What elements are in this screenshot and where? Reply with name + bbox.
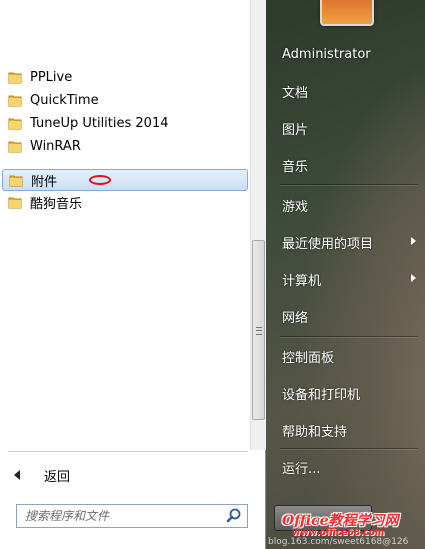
menu-label: 文档 — [282, 85, 309, 101]
program-label: WinRAR — [30, 138, 81, 154]
program-label: 附件 — [31, 174, 58, 190]
divider — [280, 336, 418, 337]
search-input[interactable] — [17, 508, 225, 524]
scroll-down-button[interactable] — [251, 434, 267, 450]
program-item-pplive[interactable]: PPLive — [2, 66, 248, 88]
program-item-tuneup[interactable]: TuneUp Utilities 2014 — [2, 112, 248, 134]
highlight-mark — [89, 175, 111, 185]
menu-label: Administrator — [282, 46, 371, 62]
programs-pane: PPLive QuickTime TuneUp Utilities 2014 W… — [0, 0, 267, 549]
program-scrollbar[interactable] — [250, 0, 267, 450]
menu-control-panel[interactable]: 控制面板 — [282, 345, 422, 367]
menu-label: 最近使用的项目 — [282, 236, 374, 252]
scroll-up-button[interactable] — [251, 0, 267, 16]
menu-pictures[interactable]: 图片 — [282, 117, 422, 139]
menu-music[interactable]: 音乐 — [282, 154, 422, 176]
folder-icon — [8, 141, 22, 153]
menu-run[interactable]: 运行... — [282, 456, 422, 478]
menu-label: 图片 — [282, 122, 309, 138]
menu-label: 设备和打印机 — [282, 387, 361, 403]
divider — [280, 448, 418, 449]
folder-icon — [8, 118, 22, 130]
program-item-kugou[interactable]: 酷狗音乐 — [2, 191, 248, 213]
menu-user-folder[interactable]: Administrator — [282, 43, 422, 65]
folder-icon — [9, 175, 23, 187]
program-item-quicktime[interactable]: QuickTime — [2, 89, 248, 111]
scroll-thumb[interactable] — [252, 240, 265, 420]
menu-label: 游戏 — [282, 199, 309, 215]
menu-games[interactable]: 游戏 — [282, 194, 422, 216]
places-pane: Administrator 文档 图片 音乐 游戏 最近使用的项目 计算机 网络… — [266, 0, 425, 549]
program-item-accessories[interactable]: 附件 — [2, 169, 248, 191]
user-avatar[interactable] — [320, 0, 374, 26]
menu-label: 音乐 — [282, 159, 309, 175]
back-button[interactable]: 返回 — [8, 464, 248, 486]
menu-recent-items[interactable]: 最近使用的项目 — [282, 231, 422, 253]
menu-documents[interactable]: 文档 — [282, 80, 422, 102]
program-label: TuneUp Utilities 2014 — [30, 115, 169, 131]
folder-icon — [8, 197, 22, 209]
program-label: 酷狗音乐 — [30, 196, 83, 212]
search-icon[interactable] — [225, 507, 243, 525]
menu-network[interactable]: 网络 — [282, 305, 422, 327]
menu-computer[interactable]: 计算机 — [282, 268, 422, 290]
folder-icon — [8, 95, 22, 107]
menu-help-support[interactable]: 帮助和支持 — [282, 419, 422, 441]
menu-label: 计算机 — [282, 273, 322, 289]
menu-label: 帮助和支持 — [282, 424, 348, 440]
menu-devices-printers[interactable]: 设备和打印机 — [282, 382, 422, 404]
menu-label: 控制面板 — [282, 350, 335, 366]
program-label: PPLive — [30, 69, 73, 85]
chevron-right-icon — [411, 274, 416, 282]
program-label: QuickTime — [30, 92, 99, 108]
menu-label: 网络 — [282, 310, 309, 326]
folder-icon — [8, 72, 22, 84]
divider — [8, 451, 248, 452]
menu-label: 运行... — [282, 461, 321, 477]
program-item-winrar[interactable]: WinRAR — [2, 135, 248, 157]
program-list: PPLive QuickTime TuneUp Utilities 2014 W… — [0, 66, 250, 213]
chevron-right-icon — [411, 237, 416, 245]
watermark-logo: Office教程学习网 — [282, 513, 399, 529]
blog-credit: blog.163.com/sweet6168@126 — [268, 537, 409, 547]
search-box[interactable] — [16, 504, 248, 528]
back-label: 返回 — [44, 469, 71, 485]
divider — [280, 184, 418, 185]
grip-icon — [256, 327, 262, 335]
back-arrow-icon — [14, 470, 20, 480]
